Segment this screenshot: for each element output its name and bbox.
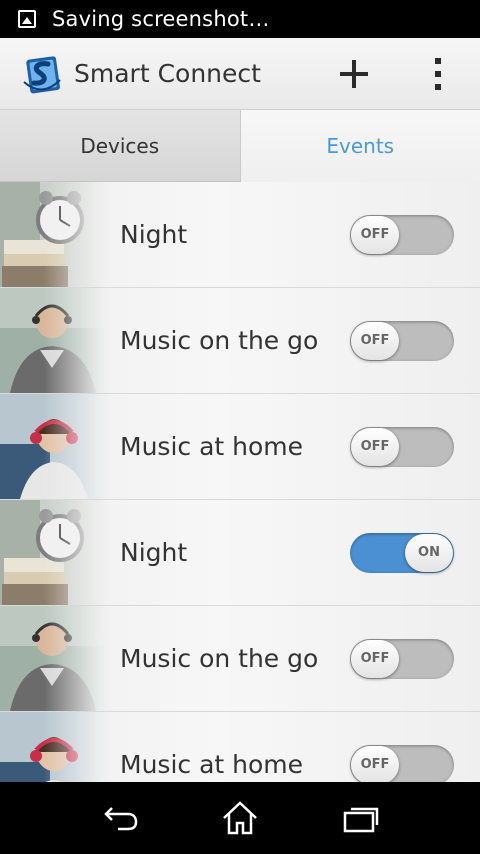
event-label: Night [120,220,188,249]
man-headphones-image [0,606,110,711]
smart-connect-logo-icon [20,52,64,96]
event-toggle[interactable]: ON [350,532,454,573]
event-row[interactable]: Night OFF [0,182,480,288]
man-headphones-image [0,288,110,393]
woman-headphones-image [0,394,110,499]
home-icon[interactable] [218,798,262,838]
toggle-state-label: OFF [351,639,399,678]
alarm-clock-image [0,500,110,605]
event-row[interactable]: Music at home OFF [0,712,480,782]
app-title: Smart Connect [74,59,261,88]
alarm-clock-image [0,182,110,287]
image-icon [18,10,36,28]
event-row[interactable]: Music on the go OFF [0,606,480,712]
event-label: Music on the go [120,644,319,673]
toggle-state-label: OFF [351,745,399,782]
toggle-state-label: ON [405,533,453,572]
event-toggle[interactable]: OFF [350,214,454,255]
navigation-bar [0,782,480,854]
add-icon[interactable] [334,54,374,94]
event-row[interactable]: Music on the go OFF [0,288,480,394]
event-toggle[interactable]: OFF [350,320,454,361]
tab-devices[interactable]: Devices [0,110,241,182]
overflow-menu-icon[interactable] [426,54,450,94]
event-label: Music at home [120,750,304,779]
tab-events[interactable]: Events [240,110,480,182]
event-row[interactable]: Night ON [0,500,480,606]
action-bar: Smart Connect [0,38,480,110]
event-label: Music at home [120,432,304,461]
event-toggle[interactable]: OFF [350,426,454,467]
event-label: Night [120,538,188,567]
event-toggle[interactable]: OFF [350,638,454,679]
status-text: Saving screenshot… [52,7,270,31]
toggle-state-label: OFF [351,321,399,360]
woman-headphones-image [0,712,110,782]
back-icon[interactable] [98,798,142,838]
status-bar: Saving screenshot… [0,0,480,38]
recent-apps-icon[interactable] [340,798,384,838]
toggle-state-label: OFF [351,427,399,466]
tab-bar: Devices Events [0,110,480,182]
event-list: Night OFF Music on the go OFF Music at home O… [0,182,480,782]
event-row[interactable]: Music at home OFF [0,394,480,500]
event-label: Music on the go [120,326,319,355]
event-toggle[interactable]: OFF [350,744,454,782]
toggle-state-label: OFF [351,215,399,254]
